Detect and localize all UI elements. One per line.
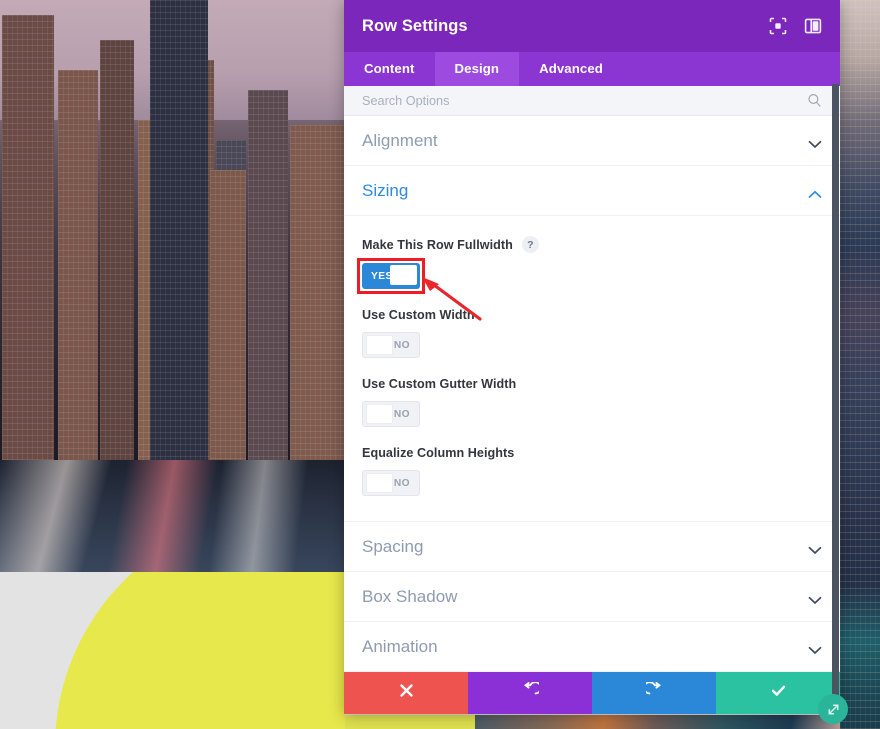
section-animation[interactable]: Animation [344, 622, 840, 672]
toggle-wrap-equalize-heights: NO [362, 470, 420, 496]
checkmark-icon [770, 682, 787, 704]
skyline-towers [0, 0, 345, 470]
modal-tab-bar[interactable]: Content Design Advanced [344, 52, 840, 86]
search-options-row[interactable] [344, 86, 840, 116]
resize-handle[interactable] [818, 694, 848, 724]
toggle-knob [366, 473, 393, 493]
light-trail-road [0, 460, 345, 572]
close-icon [398, 682, 415, 704]
chevron-down-icon [808, 642, 822, 655]
yellow-circle-shape [55, 572, 345, 729]
toggle-knob [390, 265, 417, 285]
bottom-yellow-strip [345, 715, 475, 729]
city-lights-texture [840, 0, 880, 729]
undo-button[interactable] [468, 672, 592, 714]
field-label-row: Use Custom Width [362, 308, 822, 322]
section-alignment-title: Alignment [362, 130, 438, 150]
chevron-down-icon [808, 136, 822, 149]
section-sizing[interactable]: Sizing [344, 166, 840, 216]
bottom-photo-strip [475, 715, 880, 729]
label-use-custom-gutter-width: Use Custom Gutter Width [362, 377, 517, 391]
field-use-custom-gutter-width: Use Custom Gutter Width NO [362, 377, 822, 432]
toggle-use-custom-width[interactable]: NO [362, 332, 420, 358]
row-settings-modal[interactable]: Row Settings Content Design Advanced Sea… [344, 0, 840, 714]
field-make-row-fullwidth: Make This Row Fullwidth ? YES [357, 236, 822, 294]
header-icon-group [769, 17, 822, 35]
background-photo-left [0, 0, 345, 572]
section-spacing-title: Spacing [362, 536, 424, 556]
toggle-use-custom-gutter-width[interactable]: NO [362, 401, 420, 427]
modal-title: Row Settings [362, 16, 468, 35]
tab-advanced[interactable]: Advanced [519, 52, 623, 86]
section-sizing-title: Sizing [362, 180, 409, 200]
toggle-wrap-custom-width: NO [362, 332, 420, 358]
redo-button[interactable] [592, 672, 716, 714]
field-use-custom-width: Use Custom Width NO [362, 308, 822, 363]
panel-layout-icon[interactable] [804, 17, 822, 35]
toggle-state-label: NO [393, 477, 410, 489]
section-sizing-body: Make This Row Fullwidth ? YES Use Custom… [344, 216, 840, 522]
background-photo-right [840, 0, 880, 729]
label-make-row-fullwidth: Make This Row Fullwidth [362, 237, 513, 252]
highlight-box-fullwidth: YES [357, 258, 425, 294]
section-spacing[interactable]: Spacing [344, 522, 840, 572]
field-label-row: Equalize Column Heights [362, 446, 822, 460]
tab-design[interactable]: Design [434, 52, 520, 86]
label-equalize-column-heights: Equalize Column Heights [362, 446, 515, 460]
field-equalize-column-heights: Equalize Column Heights NO [362, 446, 822, 501]
field-label-row: Use Custom Gutter Width [362, 377, 822, 391]
focus-target-icon[interactable] [769, 17, 787, 35]
toggle-make-row-fullwidth[interactable]: YES [362, 263, 420, 289]
chevron-down-icon [808, 592, 822, 605]
redo-icon [642, 681, 663, 704]
field-label-row: Make This Row Fullwidth ? [362, 236, 822, 253]
search-input[interactable] [362, 93, 807, 108]
toggle-state-label: NO [393, 408, 410, 420]
tab-content[interactable]: Content [344, 52, 435, 86]
toggle-state-label: NO [393, 339, 410, 351]
yellow-shape-band [0, 572, 345, 729]
section-box-shadow[interactable]: Box Shadow [344, 572, 840, 622]
search-icon [807, 93, 822, 108]
chevron-down-icon [808, 542, 822, 555]
label-use-custom-width: Use Custom Width [362, 308, 475, 322]
help-icon[interactable]: ? [521, 236, 539, 253]
toggle-knob [366, 335, 393, 355]
cancel-button[interactable] [344, 672, 468, 714]
toggle-wrap-custom-gutter: NO [362, 401, 420, 427]
toggle-knob [366, 404, 393, 424]
toggle-equalize-column-heights[interactable]: NO [362, 470, 420, 496]
section-alignment[interactable]: Alignment [344, 116, 840, 166]
modal-scrollbar[interactable] [832, 84, 839, 715]
chevron-up-icon [808, 186, 822, 198]
modal-options-body[interactable]: Alignment Sizing Make This Row Fullwidth [344, 116, 840, 672]
undo-icon [522, 681, 542, 704]
section-box-shadow-title: Box Shadow [362, 586, 458, 606]
section-animation-title: Animation [362, 636, 438, 656]
modal-header: Row Settings [344, 0, 840, 52]
modal-footer-actions[interactable] [344, 672, 840, 714]
